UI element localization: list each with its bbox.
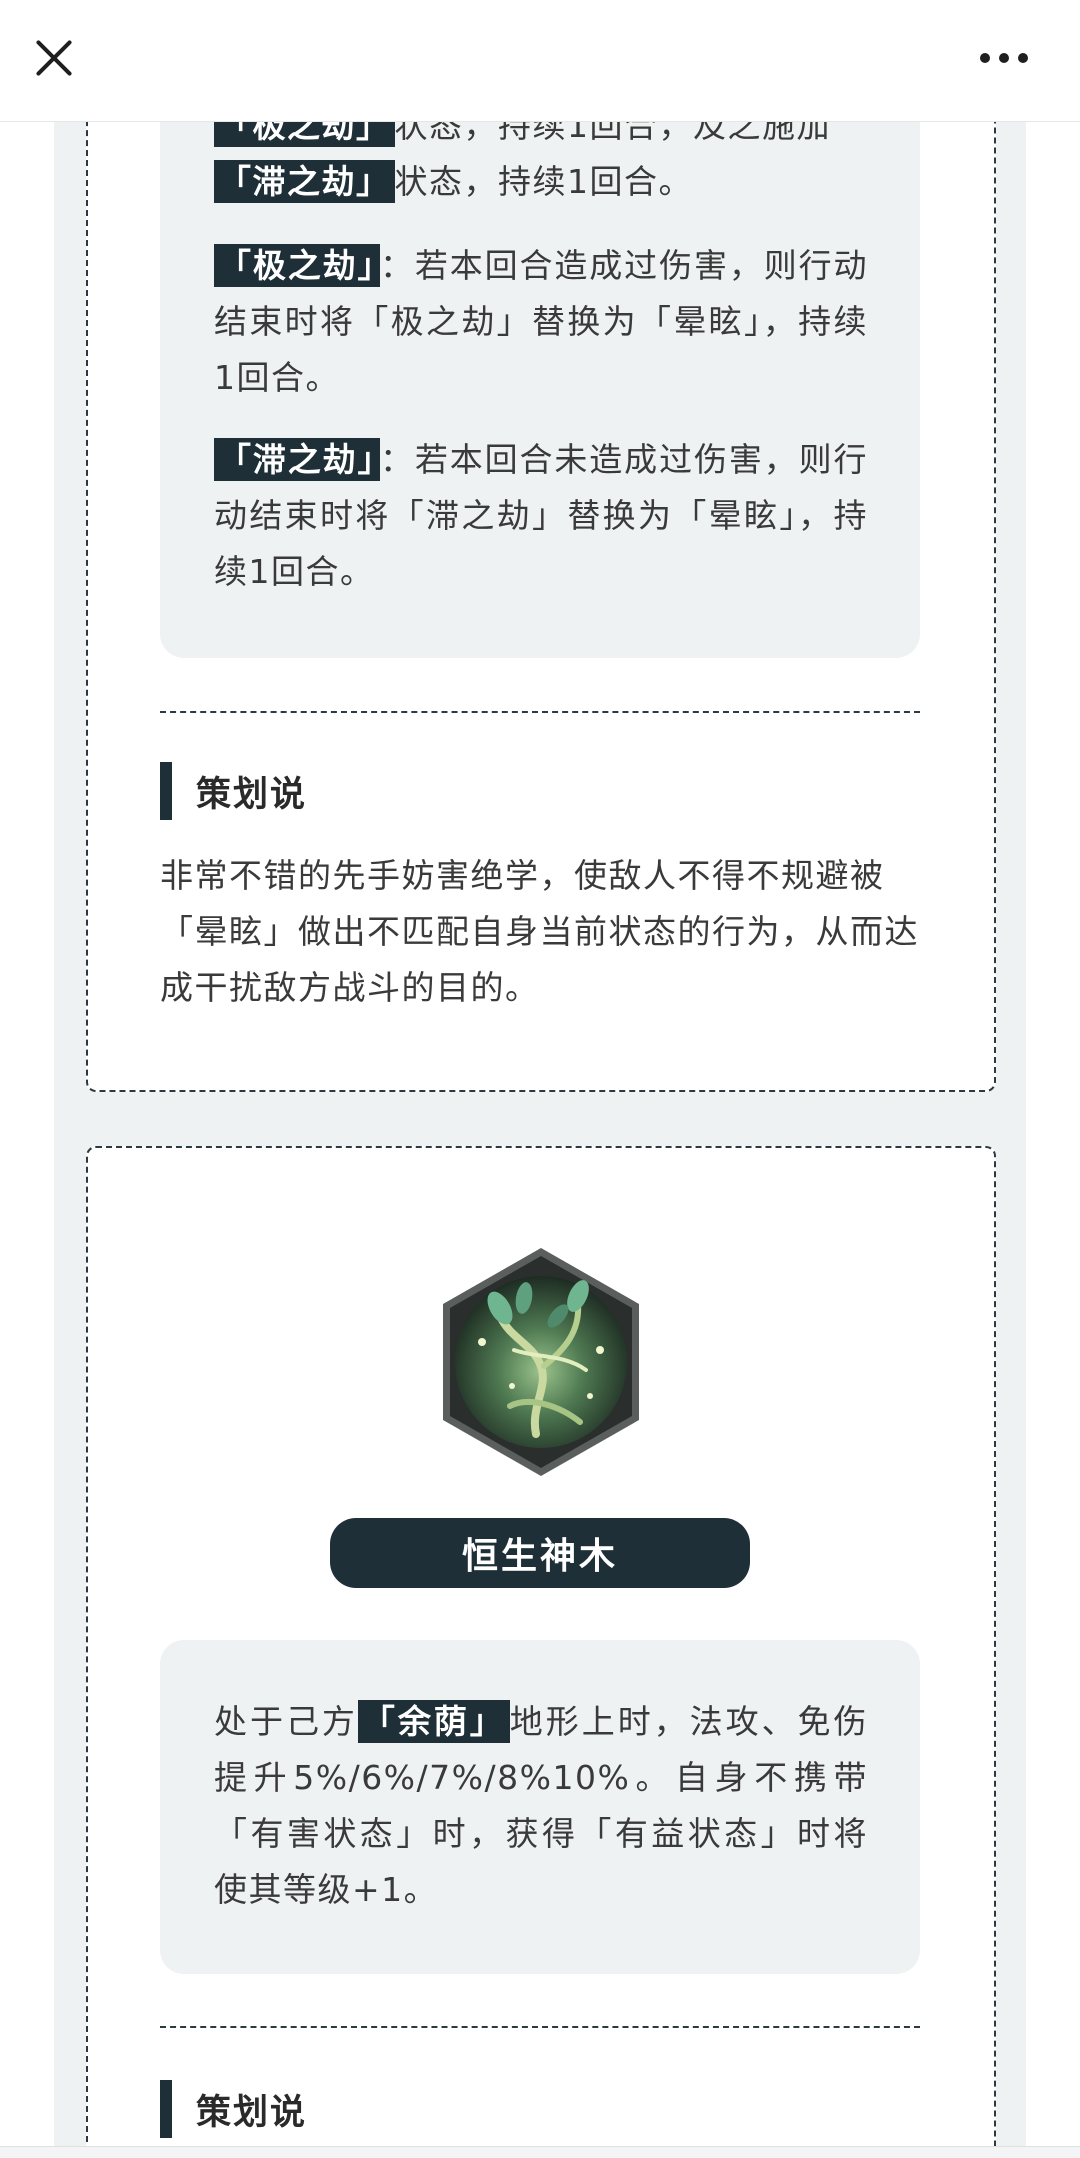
intro-line2-text: 状态，持续1回合。 <box>394 162 693 201</box>
section-title: 策划说 <box>196 774 308 815</box>
section-heading-bar <box>160 762 172 820</box>
section-divider <box>160 2026 920 2028</box>
top-nav-bar <box>0 0 1080 122</box>
effect-tag: 「极之劫」 <box>214 244 380 287</box>
tree-skill-icon <box>443 1248 639 1476</box>
terrain-tag: 「余荫」 <box>357 1700 510 1743</box>
close-icon[interactable] <box>26 30 82 86</box>
section-heading: 策划说 <box>160 2080 307 2138</box>
designer-comment-text: 非常不错的先手妨害绝学，使敌人不得不规避被「晕眩」做出不匹配自身当前状态的行为，… <box>160 856 919 1007</box>
more-dot <box>999 53 1009 63</box>
skill-name-badge: 恒生神木 <box>330 1518 750 1588</box>
more-dot <box>1018 53 1028 63</box>
rule-paragraph-1: 「极之劫」 ：若本回合造成过伤害，则行动结束时将「极之劫」替换为「晕眩」，持续1回… <box>214 238 868 406</box>
section-heading-bar <box>160 2080 172 2138</box>
more-horizontal-icon[interactable] <box>972 40 1036 76</box>
section-divider <box>160 711 920 713</box>
more-dot <box>980 53 990 63</box>
desc-prefix: 处于己方 <box>214 1702 358 1741</box>
effect-tag: 「滞之劫」 <box>214 438 380 481</box>
section-title: 策划说 <box>196 2092 308 2133</box>
skill-description-text: 处于己方 「余荫」 地形上时，法攻、免伤提升5%/6%/7%/8%10%。自身不携带… <box>214 1694 868 1918</box>
rule-paragraph-2: 「滞之劫」 ：若本回合未造成过伤害，则行动结束时将「滞之劫」替换为「晕眩」，持续1… <box>214 432 868 600</box>
effect-tag: 「滞之劫」 <box>214 160 395 203</box>
bottom-edge <box>0 2146 1080 2158</box>
section-heading: 策划说 <box>160 762 307 820</box>
